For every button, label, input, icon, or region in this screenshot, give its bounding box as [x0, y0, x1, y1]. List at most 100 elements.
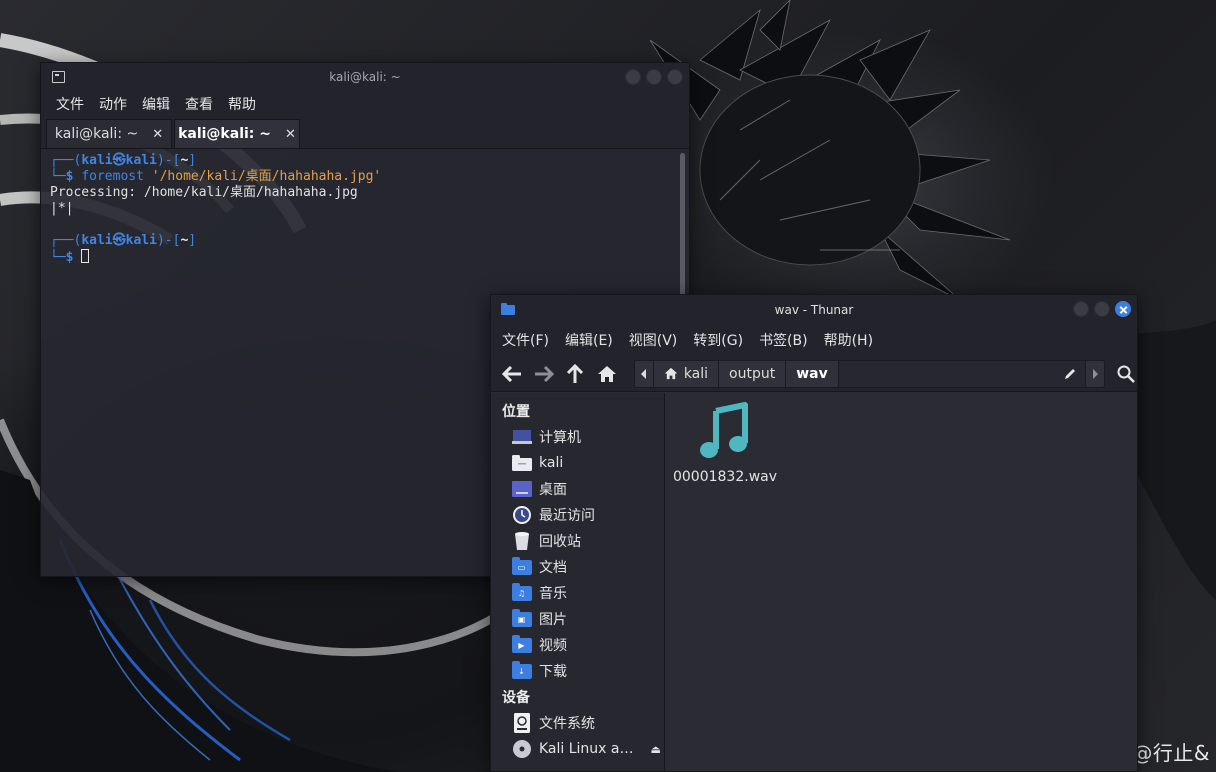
- tab-label: kali@kali: ~: [178, 126, 271, 142]
- sidebar-item-downloads[interactable]: ↓ 下载: [491, 658, 664, 684]
- sidebar-item-label: 最近访问: [539, 508, 595, 524]
- drive-icon: [511, 713, 532, 733]
- trash-icon: [511, 532, 532, 550]
- clock-icon: [511, 506, 532, 524]
- arrow-right-icon: [534, 365, 554, 382]
- sidebar-item-label: 音乐: [539, 586, 567, 602]
- maximize-button[interactable]: [1094, 301, 1110, 317]
- sidebar-item-filesystem[interactable]: 文件系统: [491, 710, 664, 736]
- menu-bookmarks[interactable]: 书签(B): [759, 330, 808, 350]
- command-line: └─$ foremost '/home/kali/桌面/hahahaha.jpg…: [50, 169, 382, 184]
- menu-file[interactable]: 文件: [56, 94, 84, 114]
- sidebar-item-desktop[interactable]: 桌面: [491, 476, 664, 502]
- sidebar-item-recent[interactable]: 最近访问: [491, 502, 664, 528]
- sidebar-item-kali-disc[interactable]: Kali Linux a… ⏏: [491, 736, 664, 762]
- arrow-left-icon: [501, 365, 521, 382]
- computer-icon: [511, 428, 532, 446]
- sidebar-item-videos[interactable]: ▶ 视频: [491, 632, 664, 658]
- sidebar-item-pictures[interactable]: ▣ 图片: [491, 606, 664, 632]
- minimize-button[interactable]: [625, 69, 641, 85]
- window-controls: [625, 69, 683, 85]
- input-line[interactable]: └─$: [50, 249, 680, 265]
- downloads-folder-icon: ↓: [511, 660, 532, 679]
- maximize-button[interactable]: [646, 69, 662, 85]
- sidebar-item-music[interactable]: ♫ 音乐: [491, 580, 664, 606]
- search-icon: [1117, 365, 1136, 383]
- path-scroll-right-button[interactable]: [1086, 361, 1104, 387]
- close-button[interactable]: [667, 69, 683, 85]
- file-view[interactable]: 00001832.wav: [665, 393, 1137, 771]
- thunar-toolbar: kali output wav: [491, 356, 1137, 392]
- sidebar-item-kali[interactable]: kali: [491, 450, 664, 476]
- menu-help[interactable]: 帮助(H): [824, 330, 873, 350]
- menu-actions[interactable]: 动作: [99, 94, 127, 114]
- home-icon: [597, 365, 616, 382]
- file-name: 00001832.wav: [672, 469, 778, 485]
- path-edit-field[interactable]: [838, 360, 1087, 387]
- up-button[interactable]: [564, 363, 586, 385]
- videos-folder-icon: ▶: [511, 634, 532, 653]
- forward-button[interactable]: [533, 363, 555, 385]
- terminal-tab-2[interactable]: kali@kali: ~ ✕: [174, 119, 300, 148]
- chevron-left-icon: [640, 368, 646, 379]
- sidebar-item-label: 回收站: [539, 534, 581, 550]
- sidebar-item-computer[interactable]: 计算机: [491, 424, 664, 450]
- sidebar-item-label: 计算机: [539, 430, 581, 446]
- terminal-tab-1[interactable]: kali@kali: ~ ✕: [46, 119, 172, 148]
- path-scroll-left-button[interactable]: [635, 360, 654, 387]
- music-folder-icon: ♫: [511, 582, 532, 601]
- menu-help[interactable]: 帮助: [228, 94, 256, 114]
- file-manager-window[interactable]: wav - Thunar 文件(F) 编辑(E) 视图(V) 转到(G) 书签(…: [490, 294, 1138, 772]
- menu-edit[interactable]: 编辑(E): [565, 330, 613, 350]
- optical-disc-icon: [511, 740, 532, 758]
- menu-view[interactable]: 视图(V): [629, 330, 678, 350]
- desktop-icon: [511, 480, 532, 498]
- path-label: kali: [683, 365, 709, 382]
- pictures-folder-icon: ▣: [511, 608, 532, 627]
- menu-view[interactable]: 查看: [185, 94, 213, 114]
- back-button[interactable]: [501, 363, 523, 385]
- menu-file[interactable]: 文件(F): [502, 330, 549, 350]
- terminal-title: kali@kali: ~: [329, 70, 401, 84]
- thunar-titlebar[interactable]: wav - Thunar: [491, 295, 1137, 324]
- menu-edit[interactable]: 编辑: [142, 94, 170, 114]
- output-line: Processing: /home/kali/桌面/hahahaha.jpg: [50, 185, 358, 200]
- search-button[interactable]: [1115, 363, 1137, 385]
- pencil-icon[interactable]: [1063, 367, 1077, 381]
- sidebar-item-trash[interactable]: 回收站: [491, 528, 664, 554]
- thunar-menubar: 文件(F) 编辑(E) 视图(V) 转到(G) 书签(B) 帮助(H): [491, 324, 1137, 356]
- documents-folder-icon: ▭: [511, 556, 532, 575]
- music-note-icon: [700, 402, 748, 458]
- output-line: |*|: [50, 201, 74, 216]
- prompt-line: ┌──(kali㉿kali)-[~]: [50, 233, 197, 248]
- sidebar-item-label: 图片: [539, 612, 567, 628]
- close-button[interactable]: [1115, 301, 1131, 317]
- close-tab-icon[interactable]: ✕: [285, 127, 296, 142]
- sidebar: 位置 计算机 kali 桌面 最近访问 回收站 ▭ 文档 ♫ 音乐 ▣ 图片 ▶…: [491, 393, 665, 771]
- close-tab-icon[interactable]: ✕: [152, 127, 163, 142]
- terminal-icon: [52, 71, 65, 83]
- home-button[interactable]: [596, 363, 618, 385]
- minimize-button[interactable]: [1073, 301, 1089, 317]
- path-segment-wav[interactable]: wav: [786, 360, 839, 387]
- home-icon: [664, 367, 678, 380]
- text-cursor: [81, 249, 90, 263]
- sidebar-heading-places: 位置: [502, 404, 530, 420]
- eject-icon[interactable]: ⏏: [651, 743, 661, 756]
- sidebar-heading-devices: 设备: [502, 690, 530, 706]
- terminal-menubar: 文件 动作 编辑 查看 帮助: [41, 91, 689, 117]
- path-segment-kali[interactable]: kali: [654, 360, 720, 387]
- file-item[interactable]: 00001832.wav: [672, 401, 778, 485]
- arrow-up-icon: [567, 363, 584, 383]
- path-segment-output[interactable]: output: [719, 360, 787, 387]
- home-folder-icon: [511, 454, 532, 472]
- window-controls: [1073, 301, 1131, 317]
- terminal-titlebar[interactable]: kali@kali: ~: [41, 63, 689, 91]
- sidebar-item-label: 视频: [539, 638, 567, 654]
- menu-go[interactable]: 转到(G): [693, 330, 743, 350]
- sidebar-item-documents[interactable]: ▭ 文档: [491, 554, 664, 580]
- prompt-line: ┌──(kali㉿kali)-[~]: [50, 153, 197, 168]
- location-pathbar: kali output wav: [633, 359, 1106, 388]
- sidebar-item-label: 桌面: [539, 482, 567, 498]
